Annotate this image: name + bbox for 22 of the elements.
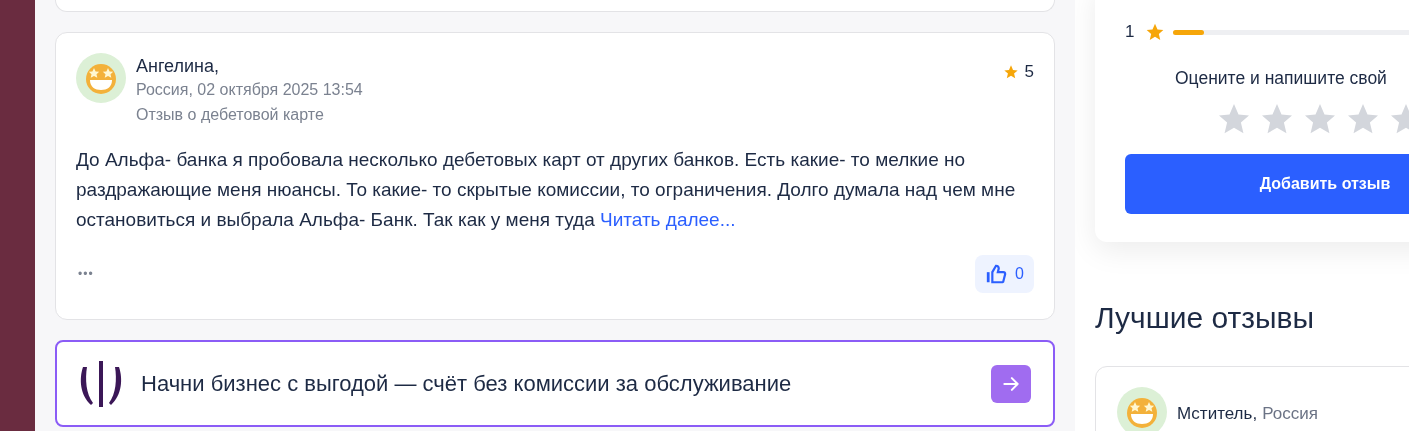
author-country: Россия	[1262, 403, 1318, 425]
author-name: Ангелина,	[136, 55, 221, 77]
rating-label: 1	[1125, 21, 1136, 44]
star-icon	[1002, 63, 1019, 80]
author-name: Мститель,	[1177, 403, 1258, 425]
logo-icon	[79, 358, 123, 409]
rating-prompt: Оцените и напишите свой	[1175, 67, 1387, 90]
more-button[interactable]: •••	[78, 265, 94, 283]
read-more-link[interactable]: Читать далее...	[600, 209, 736, 230]
review-subject: Отзыв о дебетовой карте	[136, 105, 325, 125]
section-title: Лучшие отзывы	[1095, 300, 1316, 336]
promo-banner[interactable]: Начни бизнес с выгодой — счёт без комиссии за обслуживание	[55, 340, 1055, 427]
thumbs-up-icon	[985, 263, 1008, 285]
rating-value: 5	[1024, 61, 1034, 83]
promo-text: Начни бизнес с выгодой — счёт без комиссии за обслуживание	[141, 370, 792, 398]
avatar-icon	[76, 53, 126, 103]
review-text: До Альфа- банка я пробовала несколько дебетовых карт от других банков. Есть какие- то мелкие но раздражающие меня нюансы. То какие- то скрытые комиссии, то ограничения. Долго думала над чем мне остановиться и выбрала Альфа- Банк. Так как у меня туда Читать далее...	[76, 148, 1017, 232]
star-icon	[1145, 22, 1165, 42]
like-button[interactable]: 0	[975, 255, 1034, 293]
review-date: Россия, 02 октября 2025 13:54	[136, 80, 363, 100]
add-review-button[interactable]: Добавить отзыв	[1125, 154, 1409, 215]
arrow-button[interactable]	[991, 364, 1031, 403]
